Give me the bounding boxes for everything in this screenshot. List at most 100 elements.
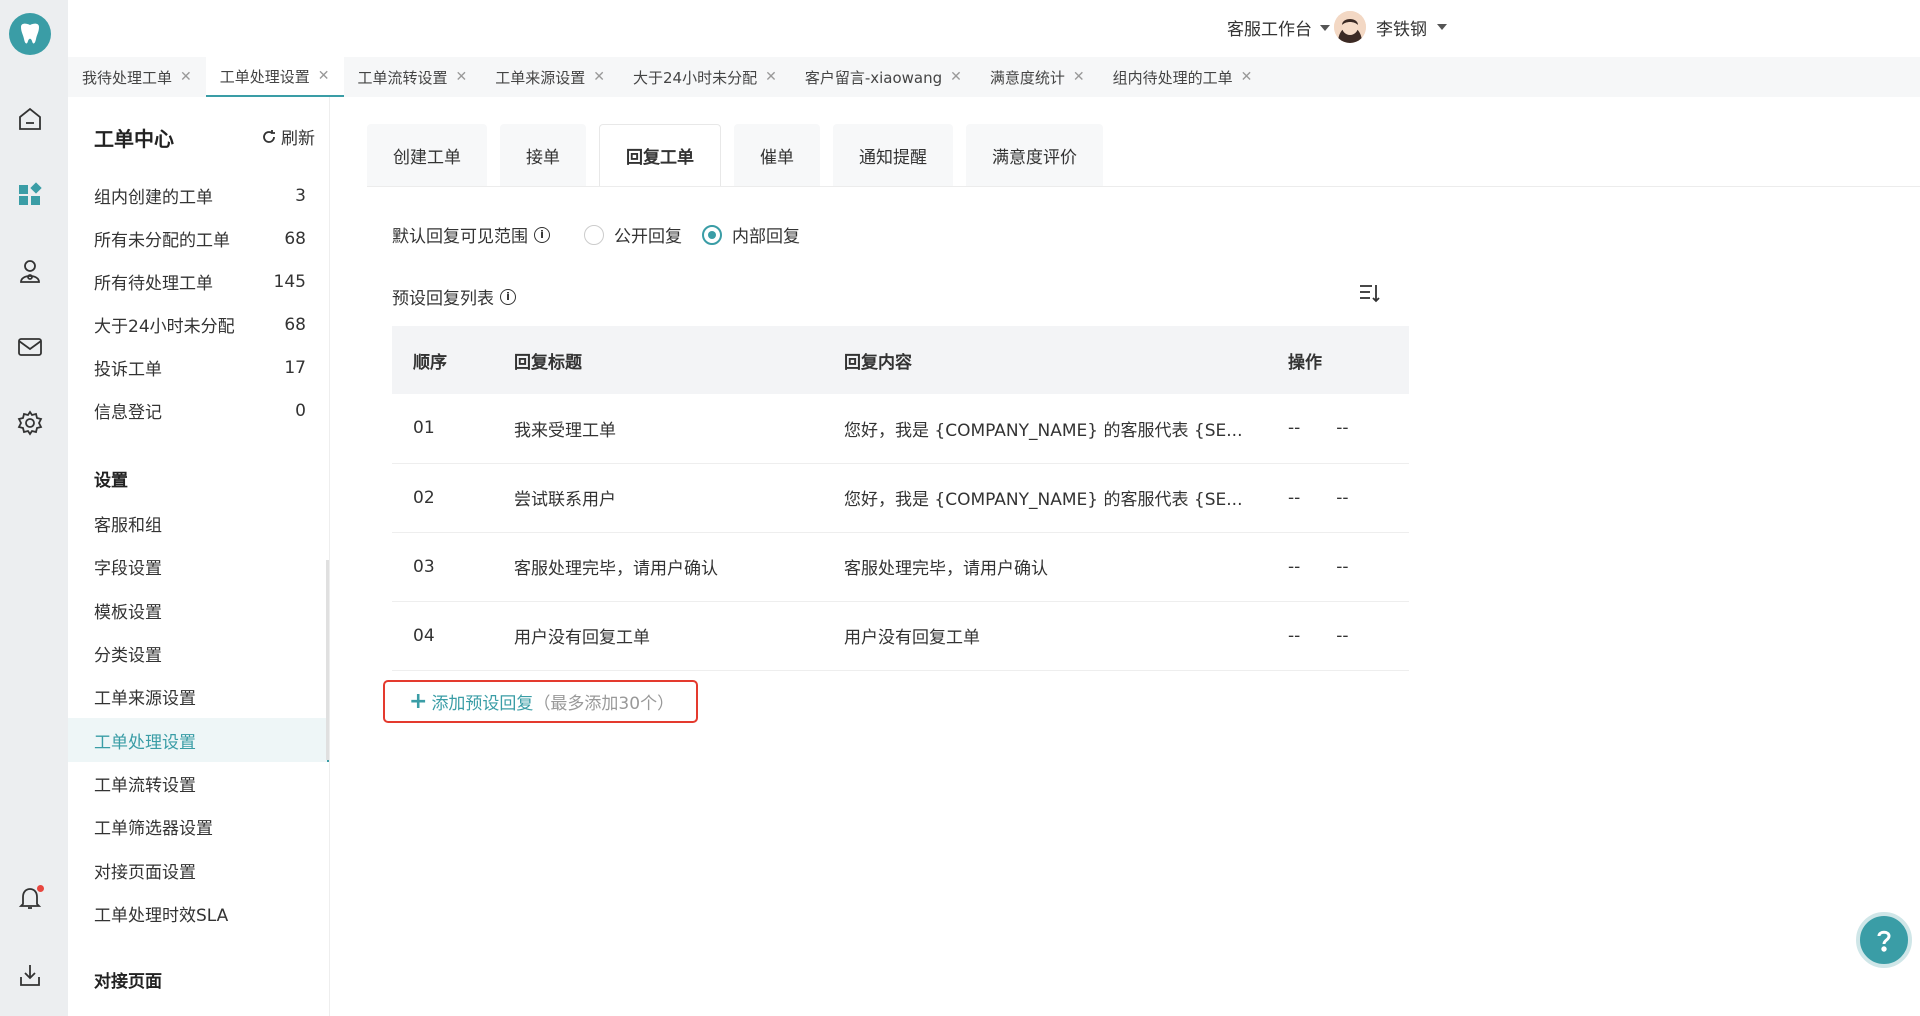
tab-urge-ticket[interactable]: 催单 <box>734 124 820 186</box>
tabs-divider <box>367 186 1920 187</box>
sidebar-item[interactable]: 组内创建的工单 3 <box>68 174 329 217</box>
sidebar-item-label: 组内创建的工单 <box>94 188 213 208</box>
radio-button[interactable] <box>584 224 604 245</box>
info-icon[interactable]: i <box>500 288 516 305</box>
column-header-actions: 操作 <box>1288 326 1409 394</box>
sidebar-item[interactable]: 大于24小时未分配 68 <box>68 303 329 346</box>
sidebar-item-count: 17 <box>284 357 306 378</box>
open-tab[interactable]: 我待处理工单 ✕ <box>68 57 206 97</box>
action-edit[interactable]: -- <box>1288 557 1300 577</box>
close-icon[interactable]: ✕ <box>1241 69 1253 85</box>
app-logo-icon[interactable] <box>9 13 51 55</box>
table-row[interactable]: 04 用户没有回复工单 用户没有回复工单 -- -- <box>392 601 1409 671</box>
tab-create-ticket[interactable]: 创建工单 <box>367 124 487 186</box>
notification-bell-icon[interactable] <box>14 882 46 914</box>
tab-accept-ticket[interactable]: 接单 <box>500 124 586 186</box>
sidebar-item-count: 3 <box>295 185 306 206</box>
action-edit[interactable]: -- <box>1288 418 1300 438</box>
sidebar-item-label: 投诉工单 <box>94 360 162 380</box>
settings-item[interactable]: 对接页面设置 <box>68 848 329 891</box>
info-icon[interactable]: i <box>534 226 550 243</box>
column-header-content: 回复内容 <box>844 326 1288 394</box>
open-tab[interactable]: 大于24小时未分配 ✕ <box>619 57 791 97</box>
settings-item[interactable]: 客服和组 <box>68 502 329 545</box>
cell-content: 用户没有回复工单 <box>844 601 1288 671</box>
settings-item-active[interactable]: 工单处理设置 <box>68 718 329 762</box>
settings-item[interactable]: 模板设置 <box>68 589 329 632</box>
close-icon[interactable]: ✕ <box>1073 69 1085 85</box>
sidebar-scrollbar[interactable] <box>326 560 329 760</box>
cell-actions: -- -- <box>1288 532 1409 602</box>
open-tab-label: 客户留言-xiaowang <box>804 68 943 87</box>
close-icon[interactable]: ✕ <box>456 69 468 85</box>
sidebar-item-label: 所有待处理工单 <box>94 274 213 294</box>
add-button-label: 添加预设回复 <box>431 694 534 714</box>
sort-settings-icon[interactable] <box>1358 281 1382 305</box>
table-row[interactable]: 02 尝试联系用户 您好，我是 {COMPANY_NAME} 的客服代表 {SE… <box>392 463 1409 533</box>
radio-internal-reply[interactable]: 内部回复 <box>702 222 800 247</box>
action-edit[interactable]: -- <box>1288 488 1300 508</box>
radio-public-reply[interactable]: 公开回复 <box>584 222 682 247</box>
table-row[interactable]: 01 我来受理工单 您好，我是 {COMPANY_NAME} 的客服代表 {SE… <box>392 394 1409 464</box>
cell-content: 您好，我是 {COMPANY_NAME} 的客服代表 {SE... <box>844 394 1288 464</box>
action-delete[interactable]: -- <box>1336 626 1348 646</box>
close-icon[interactable]: ✕ <box>180 69 192 85</box>
settings-item[interactable]: 分类设置 <box>68 632 329 675</box>
add-preset-reply-button[interactable]: + 添加预设回复 （最多添加30个） <box>383 680 698 723</box>
open-tab[interactable]: 组内待处理的工单 ✕ <box>1099 57 1267 97</box>
help-question-icon[interactable] <box>1856 912 1912 968</box>
close-icon[interactable]: ✕ <box>950 69 962 85</box>
icon-rail <box>0 0 68 1016</box>
table-row[interactable]: 03 客服处理完毕，请用户确认 客服处理完毕，请用户确认 -- -- <box>392 532 1409 602</box>
open-tab[interactable]: 客户留言-xiaowang ✕ <box>791 57 976 97</box>
radio-button-checked[interactable] <box>702 224 722 245</box>
sidebar-item[interactable]: 信息登记 0 <box>68 389 329 432</box>
settings-item[interactable]: 工单筛选器设置 <box>68 805 329 848</box>
tab-reply-ticket[interactable]: 回复工单 <box>599 124 721 186</box>
ticket-view-list: 组内创建的工单 3 所有未分配的工单 68 所有待处理工单 145 大于24小时未分配… <box>68 174 329 432</box>
cell-order: 01 <box>392 394 514 464</box>
sidebar-item[interactable]: 所有待处理工单 145 <box>68 260 329 303</box>
sidebar-item-count: 0 <box>295 400 306 421</box>
settings-item[interactable]: 工单处理时效SLA <box>68 892 329 935</box>
settings-gear-icon[interactable] <box>14 407 46 439</box>
settings-item[interactable]: 工单来源设置 <box>68 675 329 718</box>
list-title-label: 预设回复列表 <box>392 289 494 309</box>
download-inbox-icon[interactable] <box>14 959 46 991</box>
action-delete[interactable]: -- <box>1336 418 1348 438</box>
settings-item[interactable]: 工单流转设置 <box>68 762 329 805</box>
dashboard-icon[interactable] <box>14 179 46 211</box>
home-icon[interactable] <box>14 103 46 135</box>
action-edit[interactable]: -- <box>1288 626 1300 646</box>
action-delete[interactable]: -- <box>1336 557 1348 577</box>
open-tab-label: 我待处理工单 <box>82 68 173 87</box>
mail-icon[interactable] <box>14 331 46 363</box>
close-icon[interactable]: ✕ <box>318 68 330 84</box>
sidebar-item-count: 68 <box>284 314 306 335</box>
refresh-button[interactable]: 刷新 <box>261 124 315 149</box>
workbench-dropdown[interactable]: 客服工作台 <box>1227 15 1330 40</box>
tab-satisfaction[interactable]: 满意度评价 <box>966 124 1103 186</box>
cell-content: 您好，我是 {COMPANY_NAME} 的客服代表 {SE... <box>844 463 1288 533</box>
tab-notification[interactable]: 通知提醒 <box>833 124 953 186</box>
close-icon[interactable]: ✕ <box>593 69 605 85</box>
open-tab-active[interactable]: 工单处理设置 ✕ <box>205 57 344 97</box>
open-tab-label: 工单处理设置 <box>219 67 310 86</box>
action-delete[interactable]: -- <box>1336 488 1348 508</box>
cell-title: 尝试联系用户 <box>514 463 844 533</box>
settings-item[interactable]: 字段设置 <box>68 545 329 588</box>
close-icon[interactable]: ✕ <box>765 69 777 85</box>
sidebar-item[interactable]: 所有未分配的工单 68 <box>68 217 329 260</box>
sidebar-item-label: 所有未分配的工单 <box>94 231 230 251</box>
sidebar-item[interactable]: 投诉工单 17 <box>68 346 329 389</box>
user-menu[interactable]: 李铁钢 <box>1334 11 1447 43</box>
avatar <box>1334 11 1366 43</box>
customer-icon[interactable] <box>14 255 46 287</box>
open-tab[interactable]: 满意度统计 ✕ <box>976 57 1099 97</box>
reply-visibility-row: 默认回复可见范围 i 公开回复 内部回复 <box>392 222 800 247</box>
chevron-down-icon <box>1437 24 1447 30</box>
chevron-down-icon <box>1320 24 1330 31</box>
open-tab[interactable]: 工单流转设置 ✕ <box>344 57 482 97</box>
plus-icon: + <box>409 689 428 714</box>
open-tab[interactable]: 工单来源设置 ✕ <box>481 57 619 97</box>
